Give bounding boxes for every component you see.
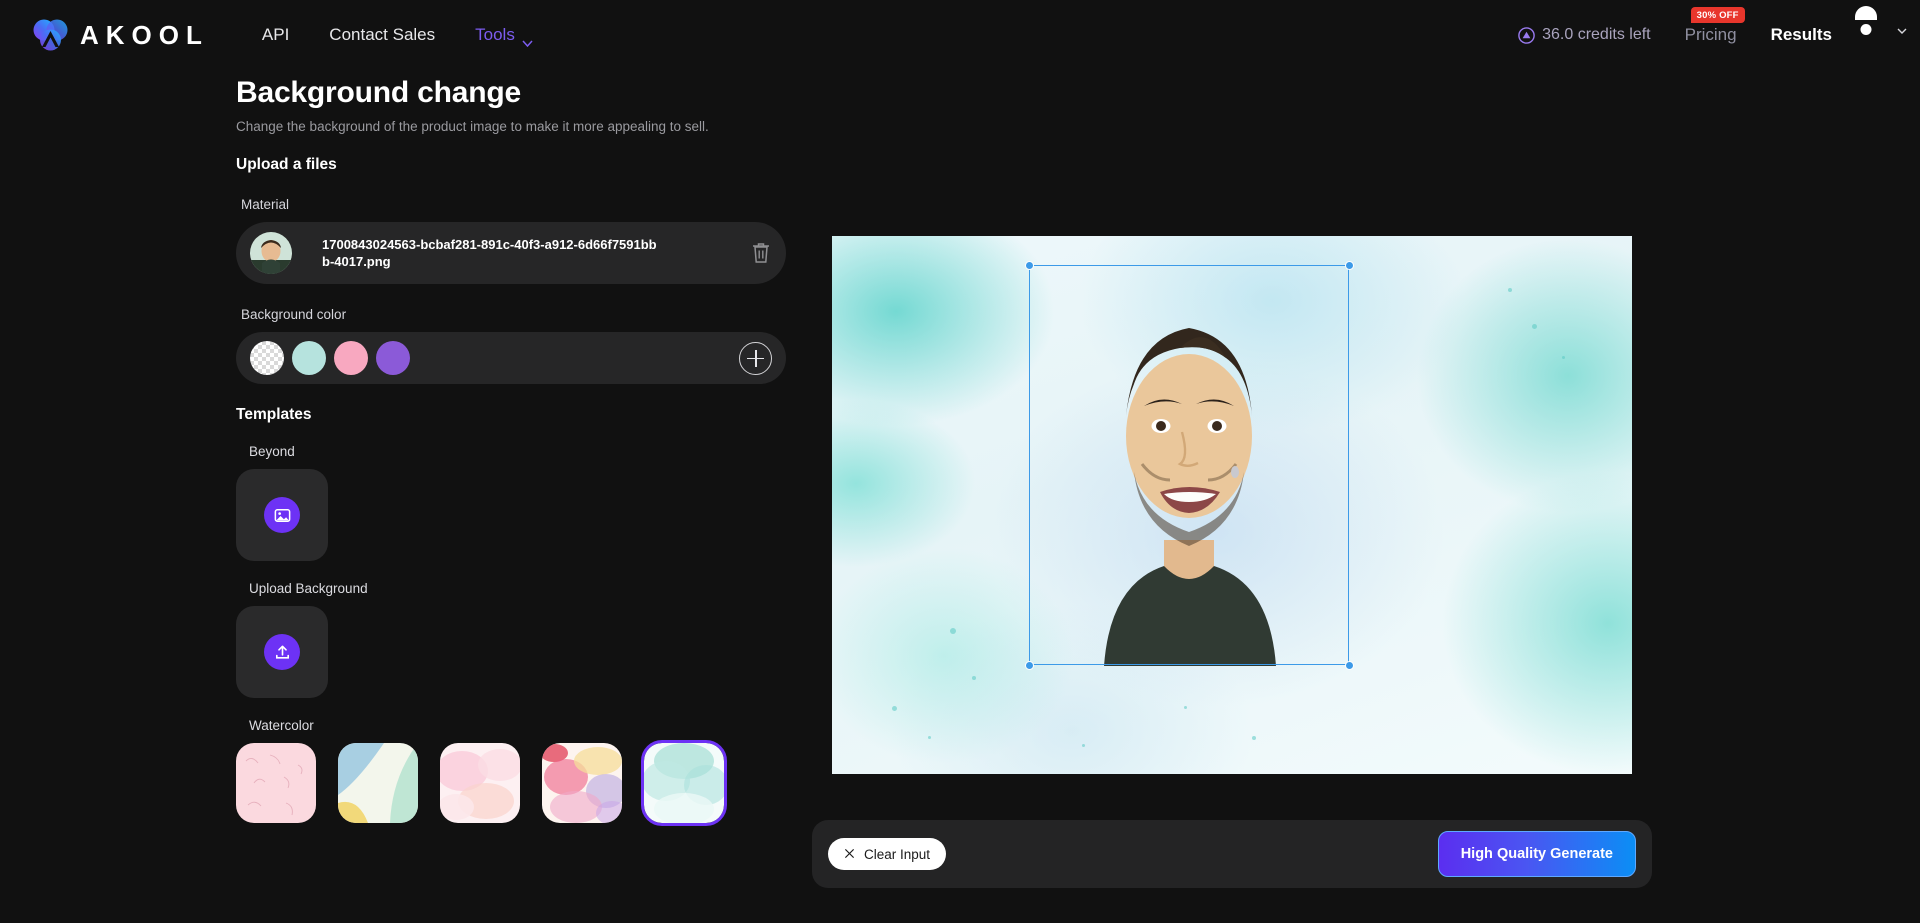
swatch-pink[interactable] xyxy=(334,341,368,375)
nav-item-api[interactable]: API xyxy=(262,25,289,45)
watercolor-thumb-3[interactable] xyxy=(440,743,520,823)
preview-canvas[interactable] xyxy=(832,236,1632,774)
background-color-bar xyxy=(236,332,786,384)
paint-speck xyxy=(1562,356,1565,359)
template-group-beyond[interactable] xyxy=(236,469,328,561)
chevron-down-icon xyxy=(522,32,533,47)
credits-indicator[interactable]: 36.0 credits left xyxy=(1518,26,1651,44)
generate-label: High Quality Generate xyxy=(1460,846,1613,862)
paint-speck xyxy=(1252,736,1256,740)
background-color-label: Background color xyxy=(241,307,347,322)
template-group-upload-background-label: Upload Background xyxy=(249,581,368,596)
nav-item-contact-sales[interactable]: Contact Sales xyxy=(329,25,435,45)
nav-item-tools-label: Tools xyxy=(475,25,515,44)
bottom-action-bar: Clear Input High Quality Generate xyxy=(812,820,1652,888)
swatch-transparent[interactable] xyxy=(250,341,284,375)
pricing-link-wrap: 30% OFF Pricing xyxy=(1685,7,1745,45)
header-right-group: 36.0 credits left 30% OFF Pricing Result… xyxy=(1518,6,1907,51)
image-icon xyxy=(264,497,300,533)
selection-handle-top-left[interactable] xyxy=(1025,261,1034,270)
watercolor-thumb-5[interactable] xyxy=(641,740,727,826)
main-nav: API Contact Sales Tools xyxy=(262,25,533,47)
paint-speck xyxy=(892,706,897,711)
upload-section-title: Upload a files xyxy=(236,156,337,173)
page-subtitle: Change the background of the product ima… xyxy=(236,119,709,134)
paint-speck xyxy=(972,676,976,680)
chevron-down-icon[interactable] xyxy=(1897,21,1907,34)
page-title: Background change xyxy=(236,76,521,109)
templates-section-title: Templates xyxy=(236,406,312,423)
credit-coin-icon xyxy=(1518,26,1535,44)
watercolor-thumb-2[interactable] xyxy=(338,743,418,823)
portrait-thumbnail xyxy=(250,232,292,274)
paint-speck xyxy=(1184,706,1187,709)
logo-text: AKOOL xyxy=(80,19,209,50)
left-control-panel: Background change Change the background … xyxy=(236,76,788,826)
watercolor-label: Watercolor xyxy=(249,718,314,733)
nav-item-tools[interactable]: Tools xyxy=(475,25,533,47)
plus-icon[interactable] xyxy=(739,341,772,375)
watercolor-thumbnail-row xyxy=(236,740,788,826)
watercolor-thumb-1[interactable] xyxy=(236,743,316,823)
watercolor-thumb-4[interactable] xyxy=(542,743,622,823)
clear-input-label: Clear Input xyxy=(864,846,931,862)
upload-icon xyxy=(264,634,300,670)
clear-input-button[interactable]: Clear Input xyxy=(828,838,947,870)
paint-speck xyxy=(1508,288,1512,292)
selection-handle-bottom-right[interactable] xyxy=(1345,661,1354,670)
paint-speck xyxy=(1082,744,1085,747)
swatch-mint[interactable] xyxy=(292,341,326,375)
trash-icon[interactable] xyxy=(750,241,772,265)
template-group-beyond-label: Beyond xyxy=(249,444,295,459)
akool-logo-icon xyxy=(30,16,72,54)
close-x-icon xyxy=(844,847,855,862)
pricing-link[interactable]: Pricing xyxy=(1685,25,1737,44)
material-filename: 1700843024563-bcbaf281-891c-40f3-a912-6d… xyxy=(322,236,657,269)
avatar[interactable] xyxy=(1855,6,1907,51)
credits-text: 36.0 credits left xyxy=(1542,26,1651,43)
high-quality-generate-button[interactable]: High Quality Generate xyxy=(1437,831,1636,877)
template-group-upload-background[interactable] xyxy=(236,606,328,698)
paint-speck xyxy=(928,736,931,739)
selection-handle-bottom-left[interactable] xyxy=(1025,661,1034,670)
material-label: Material xyxy=(241,197,290,212)
paint-speck xyxy=(1532,324,1537,329)
logo[interactable]: AKOOL xyxy=(30,16,209,54)
material-file-card[interactable]: 1700843024563-bcbaf281-891c-40f3-a912-6d… xyxy=(236,222,786,284)
discount-badge: 30% OFF xyxy=(1690,7,1745,23)
top-header: AKOOL API Contact Sales Tools 36.0 credi… xyxy=(0,0,1920,70)
results-link[interactable]: Results xyxy=(1771,25,1832,45)
swatch-purple[interactable] xyxy=(376,341,410,375)
paint-speck xyxy=(950,628,956,634)
selection-handle-top-right[interactable] xyxy=(1345,261,1354,270)
selection-bounding-box[interactable] xyxy=(1029,265,1349,665)
